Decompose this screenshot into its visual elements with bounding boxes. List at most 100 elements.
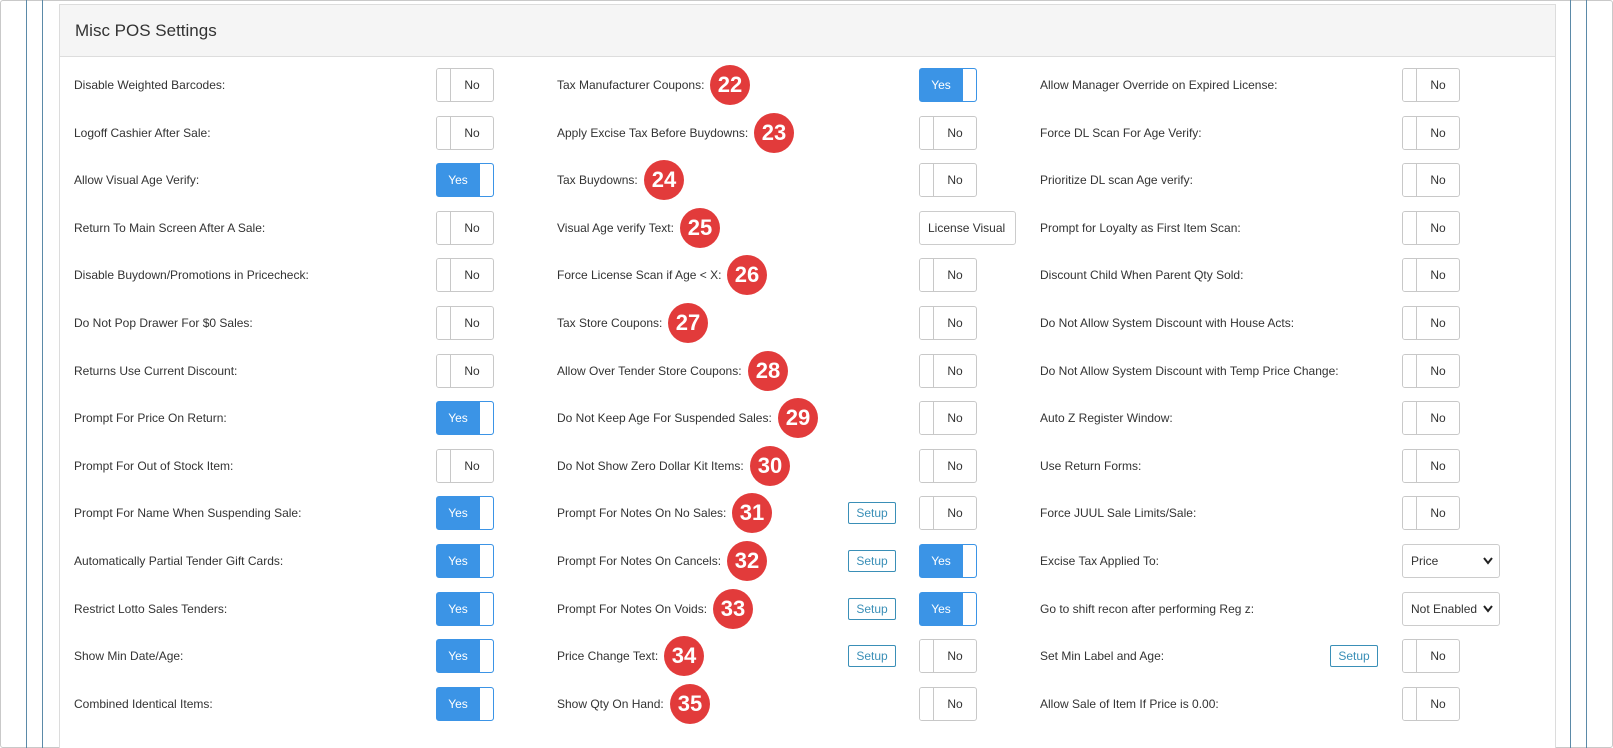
- auto-z-register-window-toggle[interactable]: No: [1402, 401, 1460, 436]
- toggle-state-label: No: [947, 173, 963, 188]
- settings-row: Combined Identical Items: Yes Show Qty On …: [60, 680, 1557, 728]
- prompt-for-notes-on-cancels-label: Prompt For Notes On Cancels:: [557, 554, 722, 568]
- disable-weighted-barcodes-toggle[interactable]: No: [436, 68, 494, 102]
- toggle-knob: [437, 354, 451, 387]
- prompt-for-notes-on-no-sales-setup-button[interactable]: Setup: [848, 502, 896, 525]
- toggle-state-label: Yes: [448, 173, 468, 188]
- returns-use-current-discount-toggle[interactable]: No: [436, 353, 494, 388]
- do-not-allow-system-discount-with-house-acts-toggle[interactable]: No: [1402, 306, 1460, 340]
- tax-store-coupons-toggle[interactable]: No: [919, 306, 977, 340]
- settings-row: Do Not Pop Drawer For $0 Sales: No Tax Sto…: [60, 299, 1557, 347]
- tax-buydowns-toggle[interactable]: No: [919, 163, 977, 198]
- prompt-for-notes-on-voids-setup-button[interactable]: Setup: [848, 597, 896, 620]
- force-juul-sale-limits-sale-toggle[interactable]: No: [1402, 496, 1460, 531]
- allow-over-tender-store-coupons-toggle[interactable]: No: [919, 353, 977, 388]
- do-not-allow-system-discount-with-temp-price-change-toggle[interactable]: No: [1402, 353, 1460, 388]
- visual-age-verify-text-input[interactable]: License Visual: [919, 210, 1016, 245]
- force-license-scan-if-age-x-toggle[interactable]: No: [919, 258, 977, 293]
- automatically-partial-tender-gift-cards-label: Automatically Partial Tender Gift Cards:: [74, 554, 284, 568]
- set-min-label-and-age-toggle[interactable]: No: [1402, 639, 1460, 674]
- toggle-state-label: No: [1430, 268, 1446, 283]
- annotation-badge-29: 29: [778, 398, 818, 439]
- force-dl-scan-for-age-verify-toggle[interactable]: No: [1402, 115, 1460, 150]
- do-not-show-zero-dollar-kit-items-label: Do Not Show Zero Dollar Kit Items:: [557, 458, 744, 473]
- settings-row: Allow Visual Age Verify: Yes Tax Buydowns:…: [60, 156, 1557, 204]
- annotation-badge-23: 23: [754, 112, 794, 153]
- excise-tax-applied-to-label: Excise Tax Applied To:: [1040, 554, 1159, 568]
- set-min-label-and-age-setup-button[interactable]: Setup: [1330, 645, 1378, 668]
- prompt-for-out-of-stock-item-toggle[interactable]: No: [436, 448, 494, 483]
- show-min-date-age-toggle[interactable]: Yes: [436, 639, 494, 674]
- annotation-badge-34: 34: [664, 636, 704, 677]
- price-change-text-toggle[interactable]: No: [919, 639, 977, 674]
- toggle-state-label: No: [464, 268, 480, 283]
- frame-line-right-outer: [1586, 0, 1587, 748]
- prompt-for-notes-on-voids-toggle[interactable]: Yes: [919, 591, 977, 626]
- do-not-keep-age-for-suspended-sales-toggle[interactable]: No: [919, 401, 977, 436]
- price-change-text-setup-button[interactable]: Setup: [848, 645, 896, 668]
- combined-identical-items-toggle[interactable]: Yes: [436, 686, 494, 721]
- do-not-allow-system-discount-with-temp-price-change-label: Do Not Allow System Discount with Temp P…: [1040, 363, 1339, 378]
- toggle-state-label: No: [464, 458, 480, 473]
- do-not-show-zero-dollar-kit-items-toggle[interactable]: No: [919, 448, 977, 483]
- tax-manufacturer-coupons-toggle[interactable]: Yes: [919, 68, 977, 102]
- use-return-forms-toggle[interactable]: No: [1402, 448, 1460, 483]
- annotation-badge-35: 35: [670, 683, 710, 724]
- annotation-badge-33: 33: [713, 588, 753, 629]
- price-change-text-label: Price Change Text:: [557, 649, 659, 664]
- combined-identical-items-label: Combined Identical Items:: [74, 696, 213, 711]
- toggle-state-label: No: [947, 316, 963, 330]
- toggle-knob: [437, 259, 451, 292]
- annotation-badge-25: 25: [680, 207, 720, 248]
- do-not-pop-drawer-for-0-sales-toggle[interactable]: No: [436, 306, 494, 340]
- toggle-state-label: No: [947, 696, 963, 711]
- prompt-for-price-on-return-toggle[interactable]: Yes: [436, 401, 494, 436]
- automatically-partial-tender-gift-cards-toggle[interactable]: Yes: [436, 544, 494, 578]
- toggle-state-label: No: [1430, 316, 1446, 330]
- toggle-state-label: No: [947, 411, 963, 426]
- toggle-knob: [1403, 211, 1417, 244]
- toggle-knob: [479, 592, 493, 625]
- logoff-cashier-after-sale-label: Logoff Cashier After Sale:: [74, 125, 211, 140]
- show-qty-on-hand-toggle[interactable]: No: [919, 686, 977, 721]
- toggle-state-label: No: [1430, 125, 1446, 140]
- do-not-keep-age-for-suspended-sales-label: Do Not Keep Age For Suspended Sales:: [557, 411, 772, 426]
- restrict-lotto-sales-tenders-toggle[interactable]: Yes: [436, 591, 494, 626]
- toggle-state-label: No: [464, 125, 480, 140]
- toggle-state-label: No: [947, 268, 963, 283]
- toggle-knob: [920, 259, 934, 292]
- apply-excise-tax-before-buydowns-label: Apply Excise Tax Before Buydowns:: [557, 125, 749, 140]
- disable-buydown-promotions-in-pricecheck-toggle[interactable]: No: [436, 258, 494, 293]
- toggle-state-label: No: [464, 316, 480, 330]
- annotation-badge-32: 32: [727, 541, 767, 581]
- prompt-for-loyalty-as-first-item-scan-toggle[interactable]: No: [1402, 210, 1460, 245]
- toggle-state-label: Yes: [448, 601, 468, 616]
- go-to-shift-recon-after-performing-reg-z-select[interactable]: Not Enabled: [1402, 591, 1500, 626]
- prompt-for-notes-on-cancels-setup-button[interactable]: Setup: [848, 550, 896, 572]
- allow-visual-age-verify-toggle[interactable]: Yes: [436, 163, 494, 198]
- settings-row: Disable Buydown/Promotions in Pricecheck…: [60, 251, 1557, 299]
- prompt-for-notes-on-cancels-toggle[interactable]: Yes: [919, 544, 977, 578]
- allow-manager-override-on-expired-license-toggle[interactable]: No: [1402, 68, 1460, 102]
- toggle-knob: [1403, 69, 1417, 101]
- allow-manager-override-on-expired-license-label: Allow Manager Override on Expired Licens…: [1040, 78, 1278, 92]
- excise-tax-applied-to-select[interactable]: Price: [1402, 544, 1500, 578]
- discount-child-when-parent-qty-sold-toggle[interactable]: No: [1402, 258, 1460, 293]
- prompt-for-name-when-suspending-sale-toggle[interactable]: Yes: [436, 496, 494, 531]
- allow-sale-of-item-if-price-is-0-00-toggle[interactable]: No: [1402, 686, 1460, 721]
- toggle-knob: [1403, 354, 1417, 387]
- logoff-cashier-after-sale-toggle[interactable]: No: [436, 115, 494, 150]
- restrict-lotto-sales-tenders-label: Restrict Lotto Sales Tenders:: [74, 601, 228, 616]
- visual-age-verify-text-label: Visual Age verify Text:: [557, 220, 674, 235]
- prompt-for-loyalty-as-first-item-scan-label: Prompt for Loyalty as First Item Scan:: [1040, 220, 1241, 235]
- apply-excise-tax-before-buydowns-toggle[interactable]: No: [919, 115, 977, 150]
- prompt-for-notes-on-voids-label: Prompt For Notes On Voids:: [557, 601, 708, 616]
- do-not-pop-drawer-for-0-sales-label: Do Not Pop Drawer For $0 Sales:: [74, 316, 253, 330]
- toggle-state-label: No: [1430, 173, 1446, 188]
- frame-line-left-inner: [42, 0, 43, 748]
- disable-weighted-barcodes-label: Disable Weighted Barcodes:: [74, 78, 226, 92]
- toggle-state-label: No: [1430, 458, 1446, 473]
- return-to-main-screen-after-a-sale-toggle[interactable]: No: [436, 210, 494, 245]
- prompt-for-notes-on-no-sales-toggle[interactable]: No: [919, 496, 977, 531]
- prioritize-dl-scan-age-verify-toggle[interactable]: No: [1402, 163, 1460, 198]
